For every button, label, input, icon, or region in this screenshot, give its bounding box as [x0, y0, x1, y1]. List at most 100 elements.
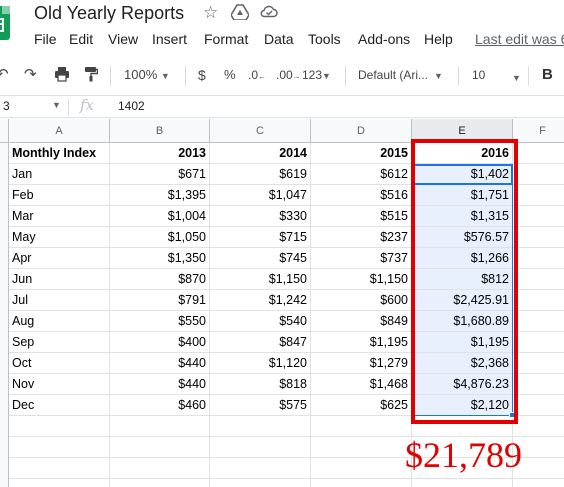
cell-e-row-6[interactable]: $812	[412, 269, 513, 290]
cell-b-row-12[interactable]: $460	[110, 395, 210, 416]
cell-c-row-12[interactable]: $575	[210, 395, 311, 416]
cell-b-row-1[interactable]: $671	[110, 164, 210, 185]
cell-c-row-10[interactable]: $1,120	[210, 353, 311, 374]
empty-cell[interactable]	[9, 458, 110, 479]
empty-cell[interactable]	[311, 416, 412, 437]
cell-f-row-2[interactable]	[513, 185, 564, 206]
cell-b-row-9[interactable]: $400	[110, 332, 210, 353]
empty-cell[interactable]	[110, 416, 210, 437]
empty-cell[interactable]	[412, 479, 513, 487]
star-icon[interactable]: ☆	[203, 4, 218, 22]
column-header-d[interactable]: D	[311, 119, 412, 143]
cell-d-row-5[interactable]: $737	[311, 248, 412, 269]
column-header-b[interactable]: B	[110, 119, 210, 143]
cell-f-row-1[interactable]	[513, 164, 564, 185]
menu-view[interactable]: View	[108, 31, 138, 47]
sheets-logo-icon[interactable]	[0, 6, 10, 40]
cell-e-row-3[interactable]: $1,315	[412, 206, 513, 227]
cell-e-row-2[interactable]: $1,751	[412, 185, 513, 206]
cell-a-row-4[interactable]: May	[9, 227, 110, 248]
fill-handle[interactable]	[509, 412, 515, 418]
menu-format[interactable]: Format	[204, 31, 248, 47]
menu-insert[interactable]: Insert	[152, 31, 187, 47]
column-header-e[interactable]: E	[412, 119, 513, 143]
increase-decimals-button[interactable]: .00→	[276, 65, 301, 87]
cell-d-row-10[interactable]: $1,279	[311, 353, 412, 374]
cell-d-row-6[interactable]: $1,150	[311, 269, 412, 290]
cell-a-row-11[interactable]: Nov	[9, 374, 110, 395]
menu-file[interactable]: File	[34, 31, 57, 47]
cell-a-row-5[interactable]: Apr	[9, 248, 110, 269]
cell-f-row-6[interactable]	[513, 269, 564, 290]
cell-b-row-10[interactable]: $440	[110, 353, 210, 374]
cell-b-row-7[interactable]: $791	[110, 290, 210, 311]
header-cell-a[interactable]: Monthly Index	[9, 143, 110, 164]
cell-e-row-1[interactable]: $1,402	[412, 164, 513, 185]
font-size-select[interactable]: 10	[472, 65, 485, 85]
cell-e-row-8[interactable]: $1,680.89	[412, 311, 513, 332]
empty-cell[interactable]	[311, 437, 412, 458]
cell-b-row-5[interactable]: $1,350	[110, 248, 210, 269]
paint-format-icon[interactable]	[84, 66, 99, 88]
print-icon[interactable]	[54, 66, 70, 88]
cell-d-row-11[interactable]: $1,468	[311, 374, 412, 395]
empty-cell[interactable]	[210, 479, 311, 487]
cell-c-row-3[interactable]: $330	[210, 206, 311, 227]
cloud-icon[interactable]	[260, 4, 278, 22]
cell-a-row-1[interactable]: Jan	[9, 164, 110, 185]
empty-cell[interactable]	[210, 437, 311, 458]
menu-help[interactable]: Help	[424, 31, 453, 47]
empty-cell[interactable]	[311, 458, 412, 479]
empty-cell[interactable]	[210, 416, 311, 437]
chevron-down-icon[interactable]: ▼	[52, 100, 61, 110]
formula-input[interactable]: 1402	[118, 99, 145, 113]
cell-f-row-10[interactable]	[513, 353, 564, 374]
document-title[interactable]: Old Yearly Reports	[34, 3, 184, 24]
redo-icon[interactable]: ↷	[24, 65, 37, 85]
last-edit-link[interactable]: Last edit was 6	[475, 31, 564, 47]
cell-a-row-12[interactable]: Dec	[9, 395, 110, 416]
cell-b-row-11[interactable]: $440	[110, 374, 210, 395]
cell-f-row-8[interactable]	[513, 311, 564, 332]
cell-c-row-11[interactable]: $818	[210, 374, 311, 395]
empty-cell[interactable]	[513, 479, 564, 487]
cell-d-row-8[interactable]: $849	[311, 311, 412, 332]
cell-a-row-9[interactable]: Sep	[9, 332, 110, 353]
more-formats-button[interactable]: 123▼	[302, 65, 331, 86]
cell-a-row-10[interactable]: Oct	[9, 353, 110, 374]
cell-b-row-8[interactable]: $550	[110, 311, 210, 332]
cell-e-row-4[interactable]: $576.57	[412, 227, 513, 248]
menu-add-ons[interactable]: Add-ons	[358, 31, 410, 47]
menu-tools[interactable]: Tools	[308, 31, 341, 47]
cell-e-row-12[interactable]: $2,120	[412, 395, 513, 416]
cell-b-row-6[interactable]: $870	[110, 269, 210, 290]
cell-f-row-7[interactable]	[513, 290, 564, 311]
cell-e-row-11[interactable]: $4,876.23	[412, 374, 513, 395]
empty-cell[interactable]	[110, 437, 210, 458]
name-box[interactable]: 3	[3, 99, 10, 113]
cell-a-row-3[interactable]: Mar	[9, 206, 110, 227]
undo-icon[interactable]: ↶	[0, 65, 9, 85]
column-header-a[interactable]: A	[9, 119, 110, 143]
cell-f-row-4[interactable]	[513, 227, 564, 248]
header-cell-d[interactable]: 2015	[311, 143, 412, 164]
cell-d-row-7[interactable]: $600	[311, 290, 412, 311]
cell-e-row-5[interactable]: $1,266	[412, 248, 513, 269]
empty-cell[interactable]	[9, 437, 110, 458]
cell-d-row-2[interactable]: $516	[311, 185, 412, 206]
header-cell-e[interactable]: 2016	[412, 143, 513, 164]
menu-edit[interactable]: Edit	[69, 31, 93, 47]
cell-a-row-8[interactable]: Aug	[9, 311, 110, 332]
empty-cell[interactable]	[9, 479, 110, 487]
cell-d-row-1[interactable]: $612	[311, 164, 412, 185]
cell-d-row-3[interactable]: $515	[311, 206, 412, 227]
bold-button[interactable]: B	[542, 65, 553, 85]
cell-d-row-4[interactable]: $237	[311, 227, 412, 248]
cell-e-row-7[interactable]: $2,425.91	[412, 290, 513, 311]
row-header-gutter[interactable]	[0, 143, 9, 487]
cell-c-row-8[interactable]: $540	[210, 311, 311, 332]
cell-a-row-6[interactable]: Jun	[9, 269, 110, 290]
drive-icon[interactable]	[230, 4, 250, 24]
cell-f-row-3[interactable]	[513, 206, 564, 227]
empty-cell[interactable]	[110, 479, 210, 487]
